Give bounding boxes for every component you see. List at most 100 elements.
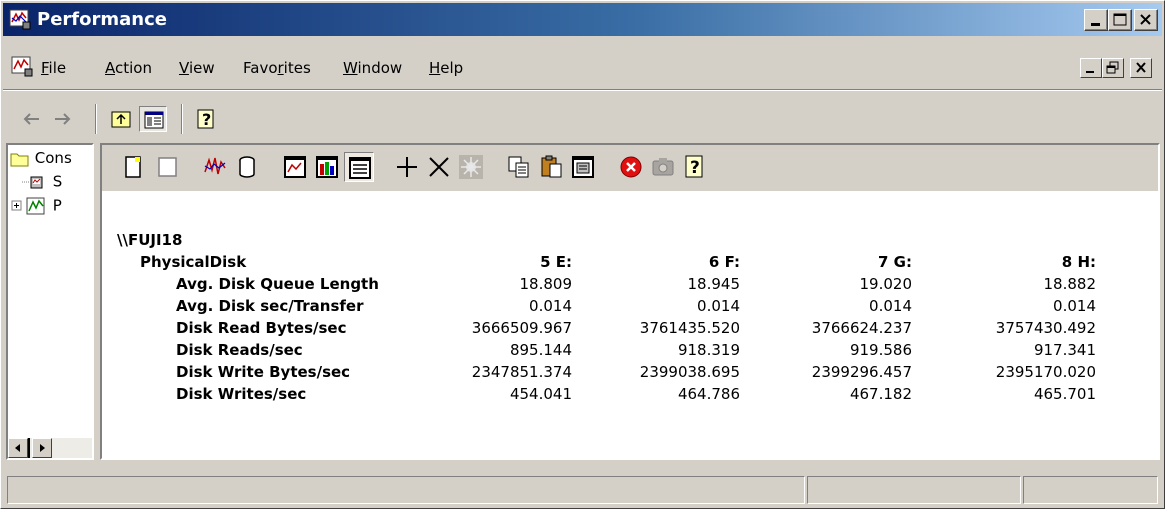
counter-value: 454.041 bbox=[509, 385, 572, 403]
restore-button[interactable] bbox=[1108, 9, 1132, 31]
histogram-view-icon bbox=[316, 156, 338, 178]
counter-name: Avg. Disk sec/Transfer bbox=[176, 297, 364, 315]
svg-text:?: ? bbox=[202, 110, 211, 129]
folder-icon bbox=[10, 153, 29, 166]
counter-value: 18.945 bbox=[687, 275, 741, 293]
window-title: Performance bbox=[37, 9, 167, 30]
counter-value: 2395170.020 bbox=[995, 363, 1096, 381]
copy-properties-button[interactable] bbox=[504, 152, 534, 182]
counter-value: 918.319 bbox=[677, 341, 740, 359]
new-counter-set-button[interactable] bbox=[118, 152, 148, 182]
menu-window[interactable]: Window bbox=[343, 59, 402, 77]
close-button[interactable] bbox=[1134, 9, 1158, 31]
view-report-button[interactable] bbox=[344, 152, 374, 182]
instance-header: 6 F: bbox=[708, 253, 740, 271]
add-counter-button[interactable] bbox=[392, 152, 422, 182]
update-camera-icon bbox=[652, 158, 674, 176]
status-panel-main bbox=[7, 476, 805, 504]
close-icon bbox=[1140, 14, 1151, 25]
menu-help[interactable]: Help bbox=[429, 59, 463, 77]
counter-value: 465.701 bbox=[1033, 385, 1096, 403]
counter-value: 3757430.492 bbox=[995, 319, 1096, 337]
arrow-left-icon bbox=[15, 444, 20, 452]
back-button[interactable] bbox=[17, 106, 45, 132]
console-system-menu-icon[interactable] bbox=[11, 55, 33, 77]
tree-item-performance-logs[interactable]: P bbox=[10, 196, 62, 220]
child-minimize-button[interactable] bbox=[1080, 58, 1102, 78]
instance-header: 7 G: bbox=[878, 253, 912, 271]
menu-view[interactable]: View bbox=[179, 59, 215, 77]
delete-x-icon bbox=[429, 157, 449, 177]
status-panel bbox=[807, 476, 1021, 504]
status-panel bbox=[1023, 476, 1158, 504]
tree-item-label: S bbox=[52, 172, 63, 191]
child-close-button[interactable] bbox=[1130, 58, 1152, 78]
counter-name: Avg. Disk Queue Length bbox=[176, 275, 379, 293]
view-log-data-button[interactable] bbox=[232, 152, 262, 182]
performance-logs-icon bbox=[11, 197, 45, 215]
menu-file[interactable]: File bbox=[41, 59, 66, 77]
menu-action[interactable]: Action bbox=[105, 59, 152, 77]
counter-value: 464.786 bbox=[677, 385, 740, 403]
system-monitor-icon bbox=[22, 176, 43, 189]
highlight-icon bbox=[459, 155, 483, 179]
svg-text:?: ? bbox=[690, 158, 700, 178]
highlight-button[interactable] bbox=[456, 152, 486, 182]
menu-favorites[interactable]: Favorites bbox=[243, 59, 311, 77]
minimize-icon bbox=[1086, 71, 1094, 73]
clear-display-button[interactable] bbox=[152, 152, 182, 182]
counter-value: 3666509.967 bbox=[471, 319, 572, 337]
scroll-left-button[interactable] bbox=[8, 438, 28, 458]
stop-freeze-icon bbox=[620, 156, 642, 178]
update-data-button[interactable] bbox=[648, 152, 678, 182]
tree-item-console-root[interactable]: Cons bbox=[10, 149, 72, 173]
counter-value: 917.341 bbox=[1033, 341, 1096, 359]
view-current-activity-button[interactable] bbox=[200, 152, 230, 182]
counter-value: 18.882 bbox=[1043, 275, 1097, 293]
properties-button[interactable] bbox=[568, 152, 598, 182]
counter-value: 18.809 bbox=[519, 275, 573, 293]
toolbar-separator bbox=[95, 104, 97, 134]
maximize-icon bbox=[1113, 13, 1127, 26]
counter-value: 0.014 bbox=[697, 297, 740, 315]
view-graph-button[interactable] bbox=[280, 152, 310, 182]
properties-icon bbox=[572, 156, 594, 178]
counter-value: 895.144 bbox=[509, 341, 572, 359]
help-icon: ? bbox=[197, 109, 214, 129]
computer-name: \\FUJI18 bbox=[117, 231, 183, 249]
paste-counter-list-button[interactable] bbox=[536, 152, 566, 182]
freeze-display-button[interactable] bbox=[616, 152, 646, 182]
counter-value: 0.014 bbox=[869, 297, 912, 315]
tree-horizontal-scrollbar[interactable] bbox=[8, 438, 92, 458]
status-bar bbox=[3, 473, 1162, 506]
current-activity-icon bbox=[204, 157, 226, 175]
console-tree[interactable]: Cons S P bbox=[6, 143, 94, 460]
help-button[interactable]: ? bbox=[193, 106, 221, 132]
performance-app-icon[interactable] bbox=[9, 8, 31, 30]
menu-separator bbox=[3, 89, 1162, 91]
help-icon: ? bbox=[685, 155, 703, 178]
minimize-button[interactable] bbox=[1084, 9, 1108, 31]
close-icon bbox=[1136, 62, 1146, 73]
tree-item-system-monitor[interactable]: S bbox=[22, 172, 62, 196]
plus-icon bbox=[397, 157, 417, 177]
title-bar[interactable]: Performance bbox=[3, 3, 1162, 36]
counter-name: Disk Write Bytes/sec bbox=[176, 363, 351, 381]
new-counter-set-icon bbox=[125, 156, 141, 178]
counter-name: Disk Reads/sec bbox=[176, 341, 303, 359]
counter-name: Disk Read Bytes/sec bbox=[176, 319, 347, 337]
show-hide-console-tree-button[interactable] bbox=[139, 106, 167, 132]
sm-help-button[interactable]: ? bbox=[680, 152, 710, 182]
counter-value: 19.020 bbox=[859, 275, 913, 293]
report-view-icon bbox=[349, 157, 371, 179]
counter-value: 0.014 bbox=[529, 297, 572, 315]
delete-counter-button[interactable] bbox=[424, 152, 454, 182]
scroll-right-button[interactable] bbox=[32, 438, 52, 458]
system-monitor-toolbar: ? bbox=[102, 145, 1158, 191]
main-toolbar: ? bbox=[3, 100, 1162, 138]
forward-button[interactable] bbox=[49, 106, 77, 132]
child-restore-button[interactable] bbox=[1102, 58, 1124, 78]
up-one-level-button[interactable] bbox=[107, 106, 135, 132]
view-histogram-button[interactable] bbox=[312, 152, 342, 182]
counter-value: 2399296.457 bbox=[811, 363, 912, 381]
